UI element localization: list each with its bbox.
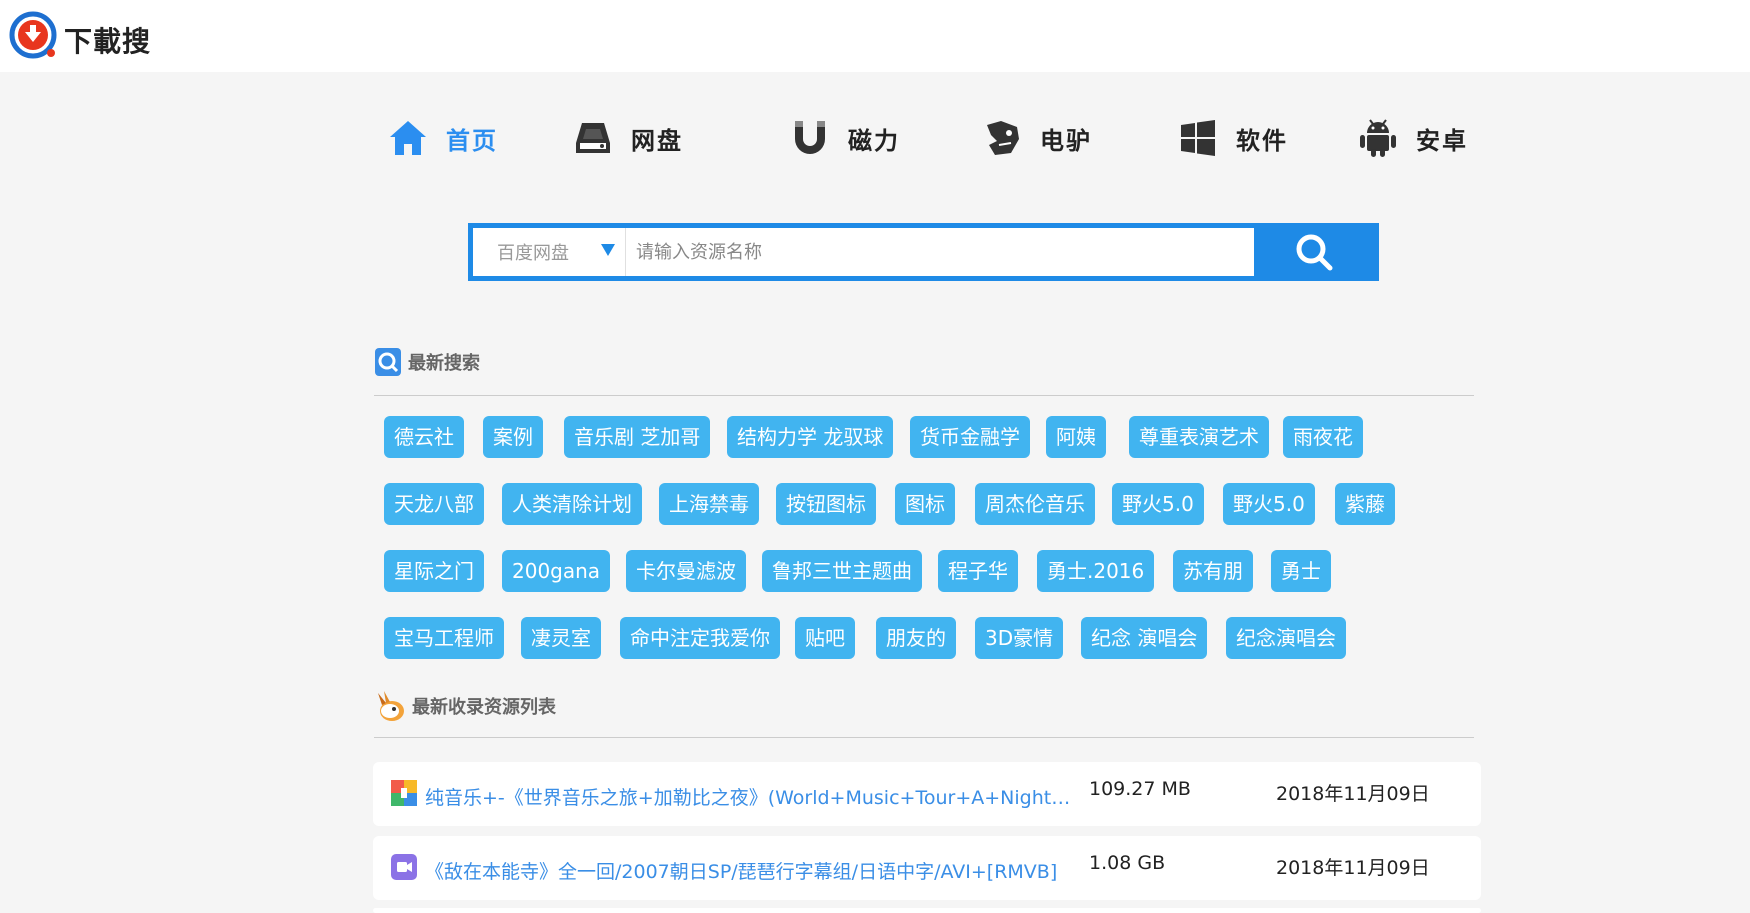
resource-link[interactable]: 《敌在本能寺》全一回/2007朝日SP/琵琶行字幕组/日语中字/AVI+[RMV… — [425, 857, 1085, 884]
search-tag[interactable]: 勇士.2016 — [1037, 550, 1155, 592]
video-icon — [391, 854, 417, 880]
search-tag[interactable]: 紫藤 — [1335, 483, 1395, 525]
logo-text: 下載搜 — [64, 25, 152, 58]
category-nav: 首页 网盘 磁力 电驴 软件 安卓 — [0, 108, 1750, 168]
search-tag[interactable]: 鲁邦三世主题曲 — [762, 550, 922, 592]
source-select-value: 百度网盘 — [497, 243, 569, 264]
resource-row-partial — [373, 908, 1481, 913]
search-tag[interactable]: 宝马工程师 — [384, 617, 504, 659]
search-bar: 百度网盘 — [468, 223, 1379, 281]
search-tag[interactable]: 野火5.0 — [1223, 483, 1315, 525]
search-tag[interactable]: 程子华 — [938, 550, 1018, 592]
search-tag[interactable]: 勇士 — [1271, 550, 1331, 592]
magnet-icon — [786, 114, 834, 162]
search-button[interactable] — [1254, 228, 1374, 276]
nav-label: 电驴 — [1040, 126, 1092, 155]
search-tag[interactable]: 人类清除计划 — [502, 483, 642, 525]
android-icon — [1354, 114, 1402, 162]
nav-label: 软件 — [1236, 126, 1288, 155]
search-tag[interactable]: 图标 — [895, 483, 955, 525]
latest-resources-header: 最新收录资源列表 — [374, 689, 556, 723]
disk-icon — [569, 114, 617, 162]
search-tag[interactable]: 音乐剧 芝加哥 — [564, 416, 711, 458]
search-tag[interactable]: 尊重表演艺术 — [1129, 416, 1269, 458]
rabbit-icon — [378, 691, 404, 721]
search-tag[interactable]: 贴吧 — [795, 617, 855, 659]
search-tag[interactable]: 按钮图标 — [776, 483, 876, 525]
search-tag[interactable]: 纪念 演唱会 — [1081, 617, 1208, 659]
nav-label: 首页 — [446, 126, 498, 155]
search-tag[interactable]: 星际之门 — [384, 550, 484, 592]
search-tag[interactable]: 上海禁毒 — [659, 483, 759, 525]
search-tag[interactable]: 结构力学 龙驭球 — [727, 416, 894, 458]
search-tag[interactable]: 卡尔曼滤波 — [626, 550, 746, 592]
resource-size: 109.27 MB — [1089, 778, 1191, 800]
search-tag[interactable]: 阿姨 — [1046, 416, 1106, 458]
search-tag[interactable]: 3D豪情 — [975, 617, 1064, 659]
resource-date: 2018年11月09日 — [1276, 783, 1430, 805]
search-icon — [1296, 234, 1333, 271]
archive-icon — [391, 780, 417, 806]
nav-label: 磁力 — [848, 126, 900, 155]
section-title: 最新收录资源列表 — [412, 697, 556, 718]
search-tag[interactable]: 纪念演唱会 — [1226, 617, 1346, 659]
search-tag[interactable]: 凄灵室 — [521, 617, 601, 659]
logo-icon — [8, 10, 60, 62]
search-tag[interactable]: 200gana — [502, 550, 611, 592]
resource-size: 1.08 GB — [1089, 852, 1166, 874]
nav-item-ed2k[interactable]: 电驴 — [978, 108, 1092, 168]
search-tag[interactable]: 案例 — [483, 416, 543, 458]
nav-item-disk[interactable]: 网盘 — [569, 108, 683, 168]
resource-row: 纯音乐+-《世界音乐之旅+加勒比之夜》(World+Music+Tour+A+N… — [373, 762, 1481, 826]
nav-label: 安卓 — [1416, 126, 1468, 155]
search-tag[interactable]: 命中注定我爱你 — [620, 617, 780, 659]
resource-row: 《敌在本能寺》全一回/2007朝日SP/琵琶行字幕组/日语中字/AVI+[RMV… — [373, 836, 1481, 900]
section-title: 最新搜索 — [408, 353, 480, 374]
nav-item-android[interactable]: 安卓 — [1354, 108, 1468, 168]
home-icon — [384, 114, 432, 162]
resource-link[interactable]: 纯音乐+-《世界音乐之旅+加勒比之夜》(World+Music+Tour+A+N… — [425, 783, 1085, 810]
divider — [374, 737, 1474, 738]
search-icon — [375, 348, 401, 376]
nav-item-magnet[interactable]: 磁力 — [786, 108, 900, 168]
search-tag[interactable]: 苏有朋 — [1173, 550, 1253, 592]
nav-label: 网盘 — [631, 126, 683, 155]
search-tag[interactable]: 货币金融学 — [910, 416, 1030, 458]
divider — [374, 395, 1474, 396]
search-tag[interactable]: 朋友的 — [876, 617, 956, 659]
search-tag[interactable]: 周杰伦音乐 — [975, 483, 1095, 525]
source-select[interactable]: 百度网盘 — [473, 228, 626, 276]
search-tag[interactable]: 野火5.0 — [1112, 483, 1204, 525]
resource-date: 2018年11月09日 — [1276, 857, 1430, 879]
site-logo[interactable]: 下載搜 — [8, 10, 151, 62]
search-tag[interactable]: 雨夜花 — [1283, 416, 1363, 458]
search-input[interactable] — [626, 228, 1254, 276]
windows-icon — [1174, 114, 1222, 162]
top-bar: 下載搜 — [0, 0, 1750, 72]
nav-item-software[interactable]: 软件 — [1174, 108, 1288, 168]
latest-searches-header: 最新搜索 — [374, 347, 480, 377]
chevron-down-icon — [601, 244, 615, 256]
donkey-icon — [978, 114, 1026, 162]
nav-item-home[interactable]: 首页 — [384, 108, 498, 168]
search-tag[interactable]: 天龙八部 — [384, 483, 484, 525]
search-tag[interactable]: 德云社 — [384, 416, 464, 458]
